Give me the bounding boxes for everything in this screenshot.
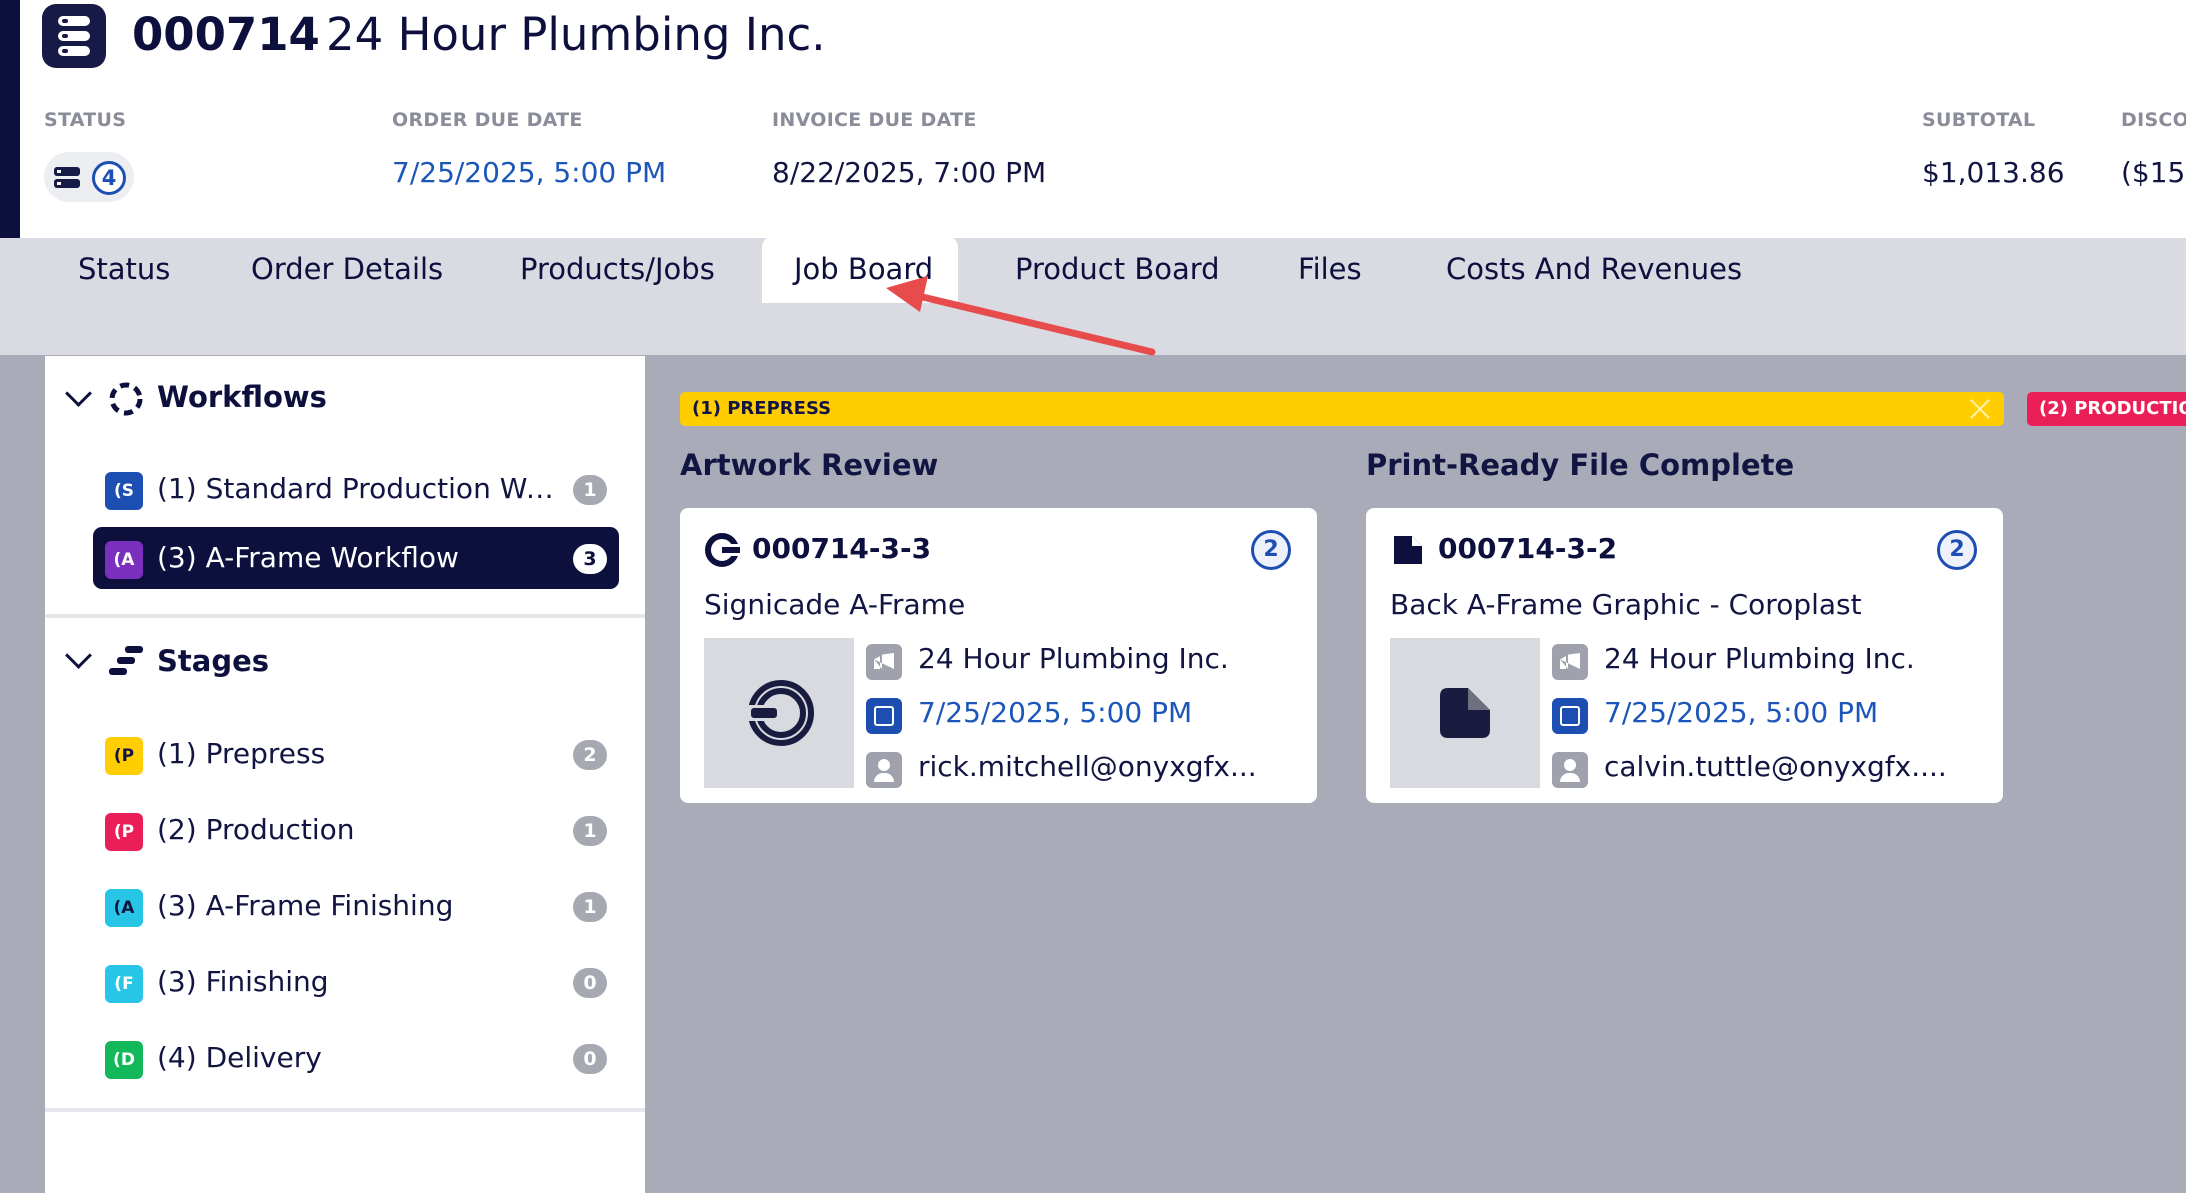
tab-product-board[interactable]: Product Board — [1015, 252, 1220, 286]
product-name: Back A-Frame Graphic - Coroplast — [1390, 588, 1862, 621]
company-name: 24 Hour Plumbing Inc. — [918, 642, 1229, 675]
workflow-item-label: (1) Standard Production Work... — [157, 472, 567, 505]
status-stack-icon — [54, 167, 80, 189]
invoice-due-label: INVOICE DUE DATE — [772, 109, 977, 131]
workflows-icon — [109, 382, 143, 416]
stage-badge: (A — [105, 889, 143, 927]
stage-item-delivery[interactable]: (D (4) Delivery 0 — [93, 1027, 619, 1089]
user-icon — [866, 752, 902, 788]
subtotal-value: $1,013.86 — [1922, 156, 2065, 189]
calendar-icon — [1552, 698, 1588, 734]
prepress-stage-header[interactable]: (1) PREPRESS — [680, 392, 2004, 426]
sidebar-divider — [45, 614, 645, 618]
wrench-thumbnail-icon — [745, 680, 814, 746]
workflow-item-count: 3 — [573, 544, 607, 574]
order-header: 000714 24 Hour Plumbing Inc. STATUS 4 OR… — [0, 0, 2186, 238]
board-sidebar: Workflows (S (1) Standard Production Wor… — [45, 356, 645, 1193]
company-icon — [1552, 644, 1588, 680]
column-title-print-ready: Print-Ready File Complete — [1366, 448, 1795, 482]
job-number: 000714-3-2 — [1438, 532, 1618, 565]
stage-item-label: (3) A-Frame Finishing — [157, 889, 454, 922]
stages-title: Stages — [157, 644, 270, 678]
header-accent-bar — [0, 0, 20, 238]
sticker-thumbnail-icon — [1440, 688, 1490, 738]
quantity-badge: 2 — [1251, 530, 1291, 570]
stage-item-label: (4) Delivery — [157, 1041, 322, 1074]
production-stage-label: (2) PRODUCTIO — [2039, 398, 2186, 419]
product-name: Signicade A-Frame — [704, 588, 966, 621]
user-icon — [1552, 752, 1588, 788]
workflow-item-label: (3) A-Frame Workflow — [157, 541, 459, 574]
sidebar-divider — [45, 1108, 645, 1112]
status-label: STATUS — [44, 109, 127, 131]
discount-value: ($152 — [2121, 156, 2186, 189]
tab-job-board[interactable]: Job Board — [794, 252, 933, 286]
status-count-badge: 4 — [92, 161, 126, 195]
workflows-title: Workflows — [157, 380, 327, 414]
job-card-000714-3-2[interactable]: 000714-3-2 2 Back A-Frame Graphic - Coro… — [1366, 508, 2003, 803]
assigned-user: rick.mitchell@onyxgfx... — [918, 750, 1257, 783]
calendar-icon — [866, 698, 902, 734]
job-number: 000714-3-3 — [752, 532, 932, 565]
stage-badge: (P — [105, 737, 143, 775]
stage-item-count: 1 — [573, 816, 607, 846]
stage-item-label: (2) Production — [157, 813, 355, 846]
stage-item-count: 0 — [573, 968, 607, 998]
prepress-stage-label: (1) PREPRESS — [692, 398, 832, 419]
workflows-collapse-chevron-icon[interactable] — [65, 380, 92, 407]
product-thumbnail — [1390, 638, 1540, 788]
stage-item-label: (1) Prepress — [157, 737, 326, 770]
workflow-item-standard-production[interactable]: (S (1) Standard Production Work... 1 — [93, 458, 619, 520]
discount-label: DISCOU — [2121, 109, 2186, 131]
tab-products-jobs[interactable]: Products/Jobs — [520, 252, 715, 286]
stage-badge: (P — [105, 813, 143, 851]
stage-item-prepress[interactable]: (P (1) Prepress 2 — [93, 723, 619, 785]
job-card-000714-3-3[interactable]: 000714-3-3 2 Signicade A-Frame 24 Hour P… — [680, 508, 1317, 803]
stage-item-finishing[interactable]: (F (3) Finishing 0 — [93, 951, 619, 1013]
customer-name: 24 Hour Plumbing Inc. — [326, 8, 826, 61]
company-name: 24 Hour Plumbing Inc. — [1604, 642, 1915, 675]
due-date[interactable]: 7/25/2025, 5:00 PM — [1604, 696, 1878, 729]
stage-badge: (F — [105, 965, 143, 1003]
tab-order-details[interactable]: Order Details — [251, 252, 443, 286]
tab-status[interactable]: Status — [78, 252, 170, 286]
sticker-icon — [1394, 536, 1422, 564]
stage-badge: (D — [105, 1041, 143, 1079]
stages-icon — [109, 646, 143, 675]
subtotal-label: SUBTOTAL — [1922, 109, 2036, 131]
stage-item-count: 1 — [573, 892, 607, 922]
prepress-close-icon[interactable] — [1970, 398, 1990, 418]
stage-item-a-frame-finishing[interactable]: (A (3) A-Frame Finishing 1 — [93, 875, 619, 937]
workflow-item-a-frame[interactable]: (A (3) A-Frame Workflow 3 — [93, 527, 619, 589]
stage-item-count: 0 — [573, 1044, 607, 1074]
production-stage-header[interactable]: (2) PRODUCTIO — [2027, 392, 2186, 426]
stage-item-label: (3) Finishing — [157, 965, 329, 998]
product-thumbnail — [704, 638, 854, 788]
assigned-user: calvin.tuttle@onyxgfx.... — [1604, 750, 1947, 783]
wrench-icon — [705, 533, 740, 567]
workflow-badge: (S — [105, 472, 143, 510]
tab-files[interactable]: Files — [1298, 252, 1362, 286]
workflow-badge: (A — [105, 541, 143, 579]
order-due-value[interactable]: 7/25/2025, 5:00 PM — [392, 156, 666, 189]
status-pill[interactable]: 4 — [44, 152, 134, 202]
column-title-artwork-review: Artwork Review — [680, 448, 939, 482]
workflow-item-count: 1 — [573, 475, 607, 505]
quantity-badge: 2 — [1937, 530, 1977, 570]
stage-item-production[interactable]: (P (2) Production 1 — [93, 799, 619, 861]
stages-collapse-chevron-icon[interactable] — [65, 642, 92, 669]
company-icon — [866, 644, 902, 680]
order-icon — [42, 4, 106, 68]
tab-costs-and-revenues[interactable]: Costs And Revenues — [1446, 252, 1742, 286]
stage-item-count: 2 — [573, 740, 607, 770]
due-date[interactable]: 7/25/2025, 5:00 PM — [918, 696, 1192, 729]
order-due-label: ORDER DUE DATE — [392, 109, 583, 131]
invoice-due-value: 8/22/2025, 7:00 PM — [772, 156, 1047, 189]
order-number: 000714 — [132, 8, 320, 61]
